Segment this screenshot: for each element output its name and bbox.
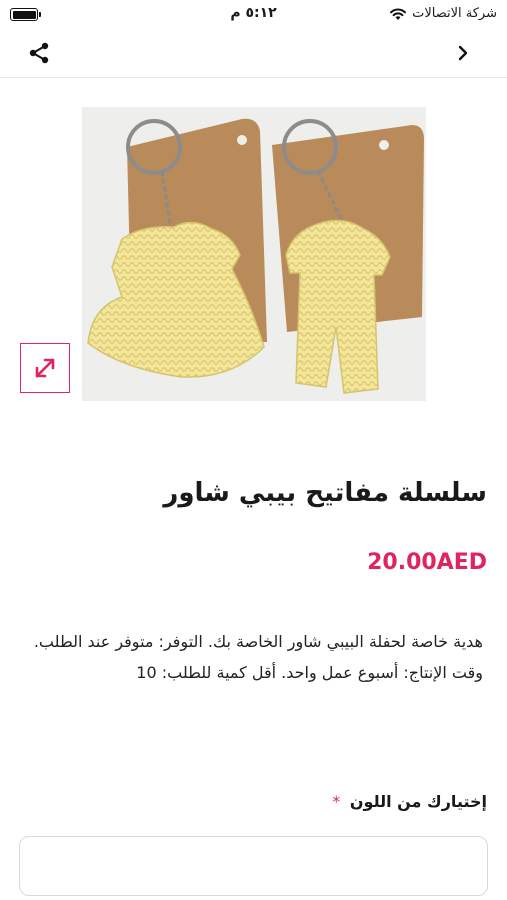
wifi-icon	[390, 7, 407, 20]
chevron-right-icon	[458, 45, 468, 61]
product-photo	[82, 107, 426, 401]
color-option-label: إختيارك من اللون *	[332, 792, 487, 811]
carrier-info: شركة الاتصالات	[389, 6, 497, 21]
nav-bar	[0, 28, 507, 78]
carrier-name: شركة الاتصالات	[412, 6, 497, 21]
back-button[interactable]	[451, 41, 475, 65]
expand-image-button[interactable]	[20, 343, 70, 393]
color-select[interactable]	[19, 836, 488, 896]
share-button[interactable]	[24, 38, 54, 68]
product-title: سلسلة مفاتيح بيبي شاور	[163, 478, 487, 508]
share-icon	[29, 42, 49, 64]
product-description: هدية خاصة لحفلة البيبي شاور الخاصة بك. ا…	[33, 632, 483, 682]
product-price: 20.00AED	[367, 550, 487, 575]
color-label-text: إختيارك من اللون	[349, 792, 487, 811]
expand-icon	[35, 358, 55, 378]
status-bar: ٥:١٢ م شركة الاتصالات	[0, 0, 507, 28]
product-image[interactable]	[82, 107, 426, 401]
required-mark: *	[332, 792, 341, 811]
